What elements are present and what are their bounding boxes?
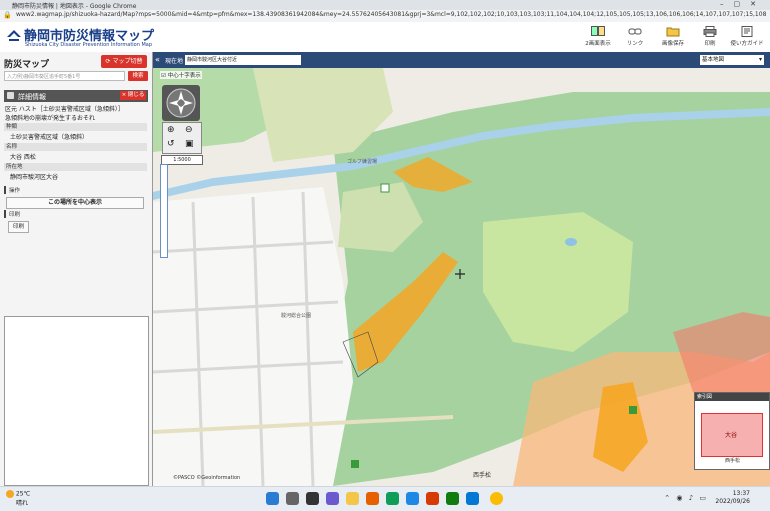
task-view-icon[interactable] <box>306 492 319 505</box>
link-button[interactable]: リンク <box>617 25 653 50</box>
print-label: 印刷 <box>9 212 21 218</box>
zoom-in-icon[interactable]: ⊕ <box>167 125 175 135</box>
section-value-address: 静岡市駿河区大谷 <box>10 174 59 181</box>
app-header: 静岡市防災情報マップ Shizuoka City Disaster Preven… <box>0 22 770 53</box>
search-button[interactable]: 検索 <box>128 71 148 81</box>
usage-guide-button[interactable]: 使い方ガイド <box>729 25 765 50</box>
start-icon[interactable] <box>266 492 279 505</box>
map-switch-button[interactable]: ⟳ マップ切替 <box>101 55 147 68</box>
dual-screen-button[interactable]: 2画面表示 <box>580 25 616 50</box>
print-button[interactable]: 印刷 <box>8 221 29 233</box>
info-icon <box>7 92 14 99</box>
window-controls[interactable]: –▢✕ <box>720 0 766 8</box>
browser-title-bar: 静岡市防災情報 | 地図表示 - Google Chrome –▢✕ <box>0 0 770 10</box>
pond <box>565 238 577 246</box>
detail-info-header: 詳細情報 × 閉じる <box>4 90 148 102</box>
windows-taskbar: 25℃ 晴れ ⌃ ◉ ♪ ▭ 13:37 2022/09/26 <box>0 486 770 511</box>
explorer-icon[interactable] <box>346 492 359 505</box>
overview-label: 西手松 <box>725 458 741 464</box>
printer-icon <box>703 26 717 37</box>
evacuation-site-icon[interactable] <box>629 406 637 414</box>
reset-icon[interactable]: ↺ <box>167 139 175 149</box>
map-view[interactable]: ゴルフ練習場 駿河総合公園 西手松 « 現在地 静岡市駿河区大谷付近 基本地図 … <box>153 52 770 486</box>
collapse-panel-icon[interactable]: « <box>155 55 160 64</box>
dual-screen-icon <box>591 26 605 36</box>
zoom-out-icon[interactable]: ⊖ <box>185 125 193 135</box>
map-label: ゴルフ練習場 <box>347 158 377 165</box>
center-cross-checkbox[interactable]: ☑ 中心十字表示 <box>160 71 202 79</box>
print-header-button[interactable]: 印刷 <box>692 25 728 50</box>
section-value-type: 土砂災害警戒区域（急傾斜） <box>10 134 89 141</box>
map-label: 駿河総合公園 <box>281 312 311 319</box>
office-icon[interactable] <box>426 492 439 505</box>
section-header-type: 种類 <box>4 123 147 131</box>
url-text[interactable]: www2.wagmap.jp/shizuoka-hazard/Map?mps=5… <box>16 11 766 18</box>
notes-textarea[interactable] <box>4 316 149 486</box>
map-label: 西手松 <box>473 471 491 479</box>
store-icon[interactable] <box>406 492 419 505</box>
guide-icon <box>741 26 753 37</box>
section-marker <box>4 210 6 218</box>
city-logo-icon <box>7 30 21 41</box>
measure-icon[interactable]: ▣ <box>185 139 194 149</box>
section-value-name: 大谷 西松 <box>10 154 36 161</box>
overview-map[interactable]: 索引図 大谷 西手松 <box>694 392 770 470</box>
section-marker <box>4 186 6 194</box>
shelter-icon[interactable] <box>380 183 390 193</box>
map-toolbar: « 現在地 静岡市駿河区大谷付近 基本地図 <box>153 52 770 68</box>
panel-header: 防災マップ ⟳ マップ切替 <box>0 54 152 70</box>
sun-icon <box>6 490 14 498</box>
weather-widget[interactable]: 25℃ 晴れ <box>6 490 30 507</box>
system-tray[interactable]: ⌃ ◉ ♪ ▭ <box>664 494 708 502</box>
app-subtitle: Shizuoka City Disaster Prevention Inform… <box>25 42 153 48</box>
evacuation-site-icon[interactable] <box>351 460 359 468</box>
basemap-select[interactable]: 基本地図 <box>700 55 764 65</box>
search-icon[interactable] <box>286 492 299 505</box>
edge-icon[interactable] <box>386 492 399 505</box>
compass-icon <box>166 88 196 118</box>
current-location-field[interactable]: 静岡市駿河区大谷付近 <box>185 55 301 65</box>
chat-icon[interactable] <box>326 492 339 505</box>
section-header-name: 名称 <box>4 143 147 151</box>
map-canvas[interactable]: ゴルフ練習場 駿河総合公園 西手松 <box>153 52 770 486</box>
pan-control[interactable] <box>162 85 200 121</box>
detail-line: 区元 ハスト［土砂災害警戒区域（急傾斜）］ <box>5 106 124 113</box>
browser-tab-title: 静岡市防災情報 | 地図表示 - Google Chrome <box>12 3 137 10</box>
panel-title: 防災マップ <box>4 60 50 70</box>
app-icon[interactable] <box>446 492 459 505</box>
current-location-label: 現在地 <box>165 58 184 65</box>
map-attribution: ©PASCO ©Geoinformation <box>173 475 241 481</box>
folder-icon <box>666 27 680 37</box>
section-header-address: 所在地 <box>4 163 147 171</box>
app-icon[interactable] <box>466 492 479 505</box>
overview-map-title: 索引図 <box>695 393 769 401</box>
center-here-button[interactable]: この場所を中心表示 <box>6 197 144 209</box>
link-icon <box>628 28 642 35</box>
detail-info-title: 詳細情報 <box>18 93 46 101</box>
clock[interactable]: 13:37 2022/09/26 <box>715 490 750 506</box>
close-button[interactable]: × 閉じる <box>120 91 146 100</box>
firefox-icon[interactable] <box>366 492 379 505</box>
chrome-icon[interactable] <box>490 492 503 505</box>
zoom-tools[interactable]: ⊕ ⊖ ↺ ▣ <box>162 122 202 154</box>
search-input[interactable]: 入力例)静岡市葵区追手町5番1号 <box>4 71 125 81</box>
detail-line: 急傾斜地の崩壊が発生するおそれ <box>5 115 96 122</box>
operation-label: 操作 <box>9 188 21 194</box>
zoom-slider[interactable] <box>160 164 168 258</box>
lock-icon: 🔒 <box>3 11 12 19</box>
left-panel: 防災マップ ⟳ マップ切替 入力例)静岡市葵区追手町5番1号 検索 詳細情報 ×… <box>0 52 153 486</box>
save-image-button[interactable]: 画像保存 <box>655 25 691 50</box>
overview-label: 大谷 <box>725 432 738 439</box>
